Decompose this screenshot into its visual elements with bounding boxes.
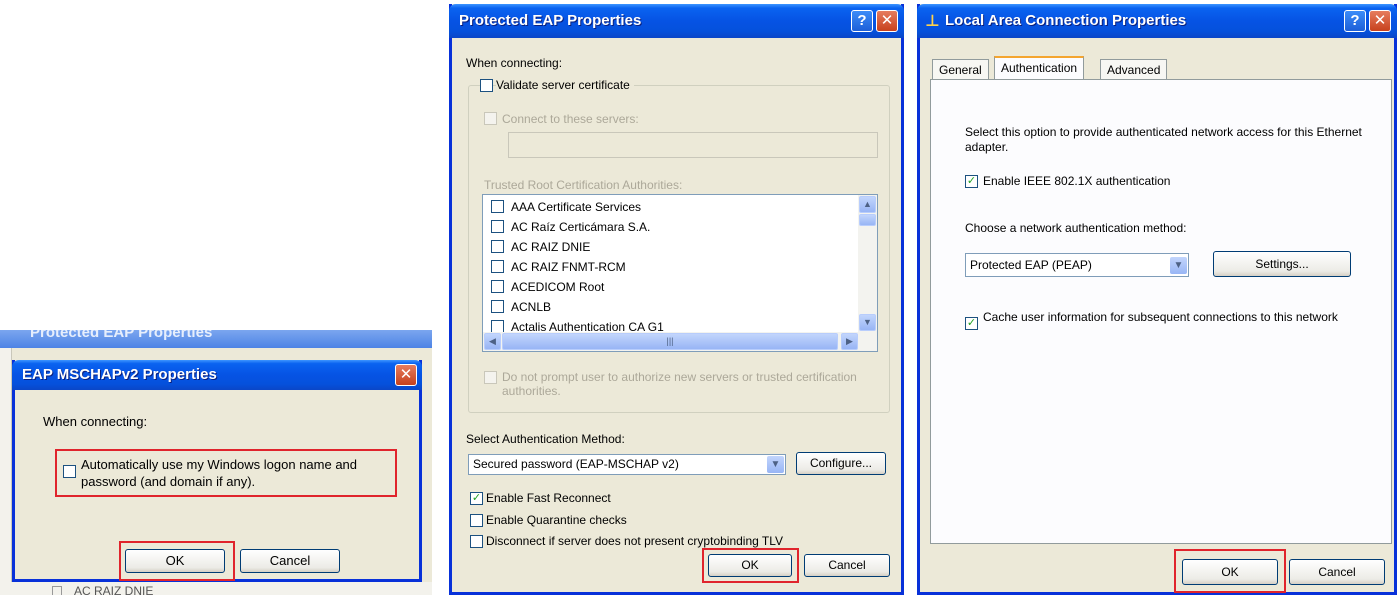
tab-advanced[interactable]: Advanced [1100,59,1168,80]
close-icon[interactable]: ✕ [1369,10,1391,32]
background-title: Protected EAP Properties [30,330,213,341]
background-bottom-strip: AC RAIZ DNIE [0,582,432,595]
help-icon[interactable]: ? [1344,10,1366,32]
background-peap-titlebar: Protected EAP Properties [0,330,432,348]
ca-label: AC RAIZ FNMT-RCM [511,260,626,274]
cache-info-checkbox[interactable]: ✓ [965,317,978,330]
hscroll-thumb[interactable]: ||| [502,333,838,350]
ca-checkbox[interactable] [491,260,504,273]
cryptobinding-label[interactable]: Disconnect if server does not present cr… [486,534,783,548]
ca-label: AAA Certificate Services [511,200,642,214]
connect-servers-checkbox[interactable] [484,112,497,125]
ca-checkbox[interactable] [491,240,504,253]
peap-titlebar[interactable]: Protected EAP Properties ? ✕ [449,4,904,38]
scroll-left-icon[interactable]: ◀ [484,333,501,350]
configure-button[interactable]: Configure... [796,452,886,475]
ok-button[interactable]: OK [708,554,792,577]
scroll-down-icon[interactable]: ▼ [859,314,876,331]
peap-dialog: Protected EAP Properties ? ✕ When connec… [449,4,904,595]
auth-method-value: Secured password (EAP-MSCHAP v2) [473,457,679,471]
ca-label: AC RAIZ DNIE [511,240,591,254]
auto-logon-label[interactable]: Automatically use my Windows logon name … [81,456,391,490]
peap-client: When connecting: Validate server certifi… [452,38,901,592]
settings-button[interactable]: Settings... [1213,251,1351,277]
scroll-right-icon[interactable]: ▶ [841,333,858,350]
validate-cert-label[interactable]: Validate server certificate [496,78,634,92]
when-connecting-label: When connecting: [466,56,563,70]
cancel-button[interactable]: Cancel [240,549,340,573]
mschap-title: EAP MSCHAPv2 Properties [22,366,217,383]
close-icon[interactable]: ✕ [395,364,417,386]
choose-method-label: Choose a network authentication method: [965,221,1187,235]
ca-label: AC Raíz Certicámara S.A. [511,220,651,234]
tab-general[interactable]: General [932,59,989,80]
trusted-root-label: Trusted Root Certification Authorities: [484,178,683,192]
fast-reconnect-checkbox[interactable]: ✓ [470,492,483,505]
chevron-down-icon[interactable]: ▼ [1170,257,1187,274]
lan-dialog: ⊥ Local Area Connection Properties ? ✕ G… [917,4,1397,595]
ca-checkbox[interactable] [491,200,504,213]
quarantine-label[interactable]: Enable Quarantine checks [486,513,627,527]
cache-info-label[interactable]: Cache user information for subsequent co… [983,310,1343,324]
mschap-client: When connecting: Automatically use my Wi… [15,390,419,581]
connect-servers-label: Connect to these servers: [502,112,639,126]
close-icon[interactable]: ✕ [876,10,898,32]
ca-checkbox[interactable] [491,300,504,313]
ok-button[interactable]: OK [125,549,225,573]
description-text: Select this option to provide authentica… [965,125,1362,154]
enable-8021x-checkbox[interactable]: ✓ [965,175,978,188]
tab-authentication[interactable]: Authentication [994,56,1085,79]
chevron-down-icon[interactable]: ▼ [767,456,784,473]
peap-title: Protected EAP Properties [459,12,642,29]
help-icon[interactable]: ? [851,10,873,32]
background-list-item: AC RAIZ DNIE [74,584,154,595]
auto-logon-checkbox[interactable] [63,465,76,478]
when-connecting-label: When connecting: [43,414,148,429]
network-auth-select[interactable]: Protected EAP (PEAP) ▼ [965,253,1189,277]
ca-checkbox[interactable] [491,280,504,293]
cancel-button[interactable]: Cancel [1289,559,1385,585]
lan-client: General Authentication Advanced Select t… [920,38,1394,593]
no-prompt-label: Do not prompt user to authorize new serv… [502,370,857,398]
network-icon: ⊥ [925,13,940,30]
ca-checkbox[interactable] [491,220,504,233]
cryptobinding-checkbox[interactable] [470,535,483,548]
background-left-strip [0,348,12,595]
select-method-label: Select Authentication Method: [466,432,625,446]
authentication-tab-page: Select this option to provide authentica… [930,79,1392,544]
quarantine-checkbox[interactable] [470,514,483,527]
scroll-up-icon[interactable]: ▲ [859,196,876,213]
servers-input[interactable] [508,132,878,158]
network-auth-value: Protected EAP (PEAP) [970,258,1092,272]
ca-listbox[interactable]: AAA Certificate Services AC Raíz Certicám… [482,194,878,352]
auth-method-select[interactable]: Secured password (EAP-MSCHAP v2) ▼ [468,454,786,475]
mschap-panel: Protected EAP Properties AC RAIZ DNIE EA… [0,330,432,595]
lan-title: Local Area Connection Properties [945,12,1187,29]
ca-label: ACEDICOM Root [511,280,605,294]
fast-reconnect-label[interactable]: Enable Fast Reconnect [486,491,611,505]
mschap-dialog: EAP MSCHAPv2 Properties ✕ When connectin… [12,360,422,582]
listbox-hscrollbar[interactable]: ◀ ||| ▶ [483,332,877,351]
scroll-thumb[interactable] [859,214,876,226]
mschap-titlebar[interactable]: EAP MSCHAPv2 Properties ✕ [12,360,422,390]
ca-label: ACNLB [511,300,552,314]
validate-cert-checkbox[interactable] [480,79,493,92]
no-prompt-checkbox[interactable] [484,371,497,384]
enable-8021x-label[interactable]: Enable IEEE 802.1X authentication [983,174,1170,188]
cancel-button[interactable]: Cancel [804,554,890,577]
listbox-vscrollbar[interactable]: ▲ ▼ [858,195,877,333]
ok-button[interactable]: OK [1182,559,1278,585]
lan-titlebar[interactable]: ⊥ Local Area Connection Properties ? ✕ [917,4,1397,38]
